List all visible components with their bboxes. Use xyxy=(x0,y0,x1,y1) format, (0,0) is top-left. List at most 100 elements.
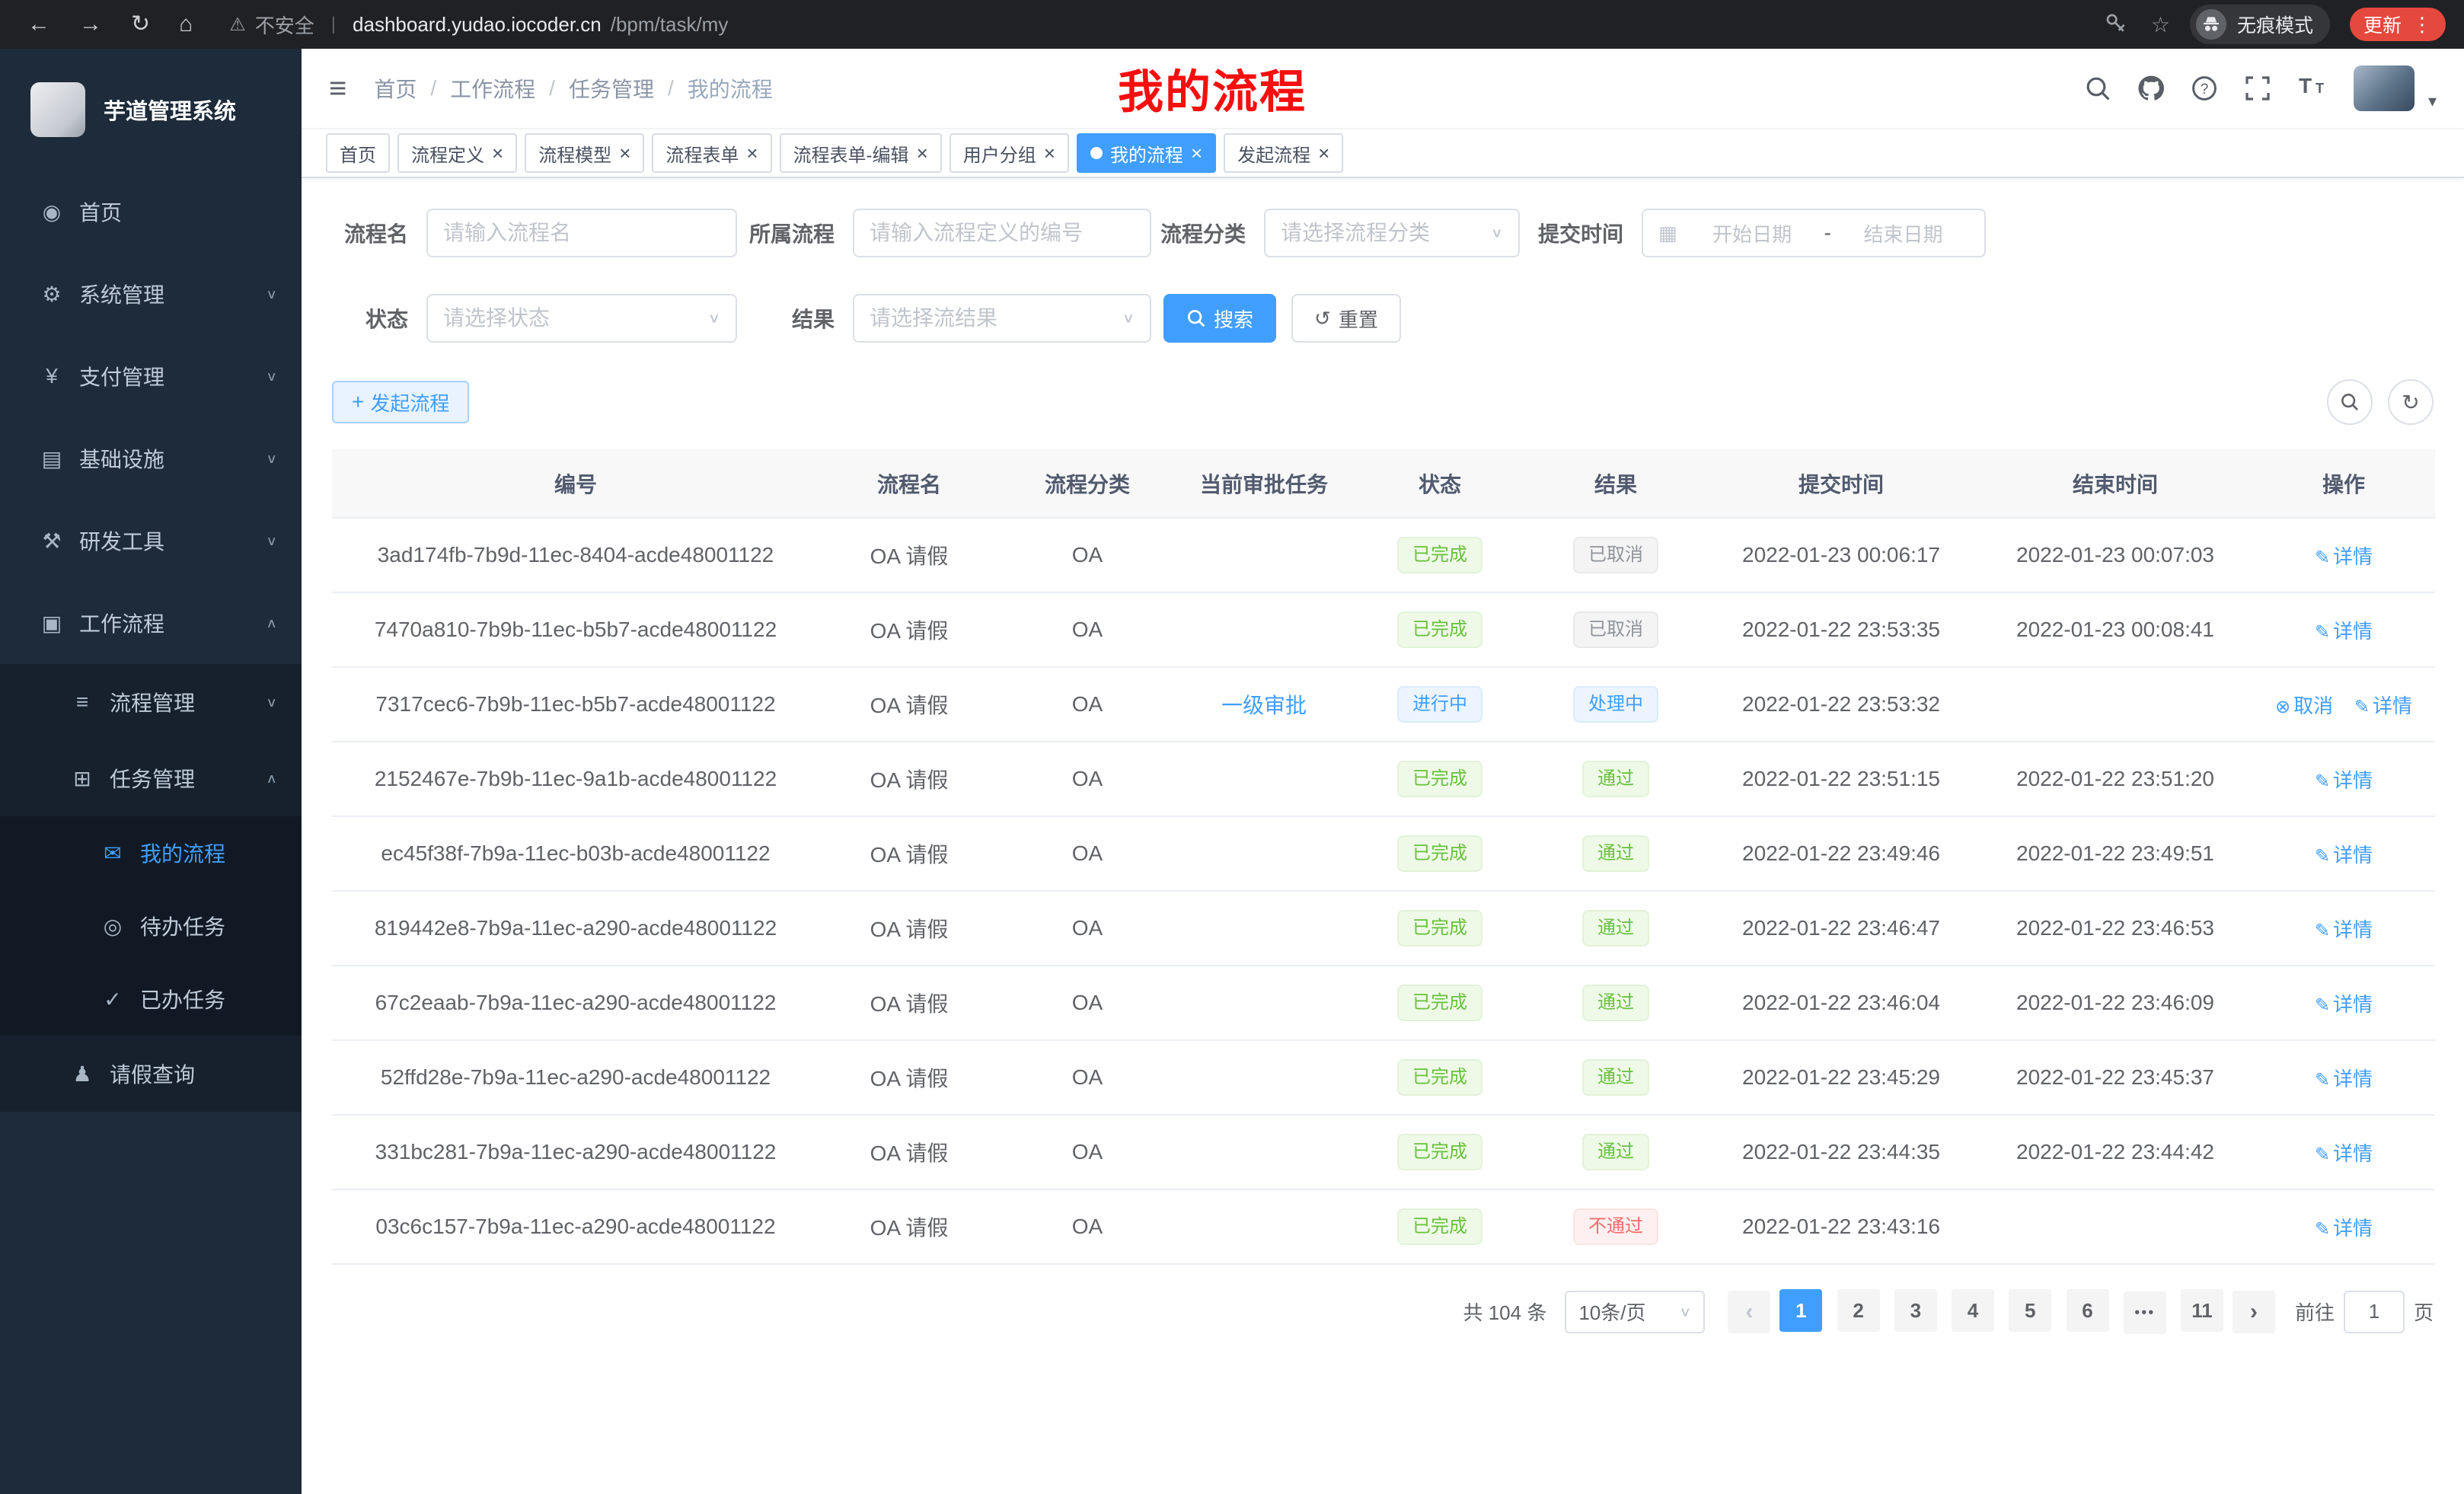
sidebar-item-home[interactable]: ◉ 首页 xyxy=(0,171,302,253)
close-icon[interactable]: × xyxy=(746,143,758,163)
sidebar-item-leave-query[interactable]: ♟ 请假查询 xyxy=(0,1036,302,1112)
detail-link[interactable]: ✎详情 xyxy=(2354,694,2412,717)
tab-my-process[interactable]: 我的流程 × xyxy=(1077,133,1216,173)
refresh-table-button[interactable]: ↻ xyxy=(2388,379,2434,425)
tab-process-definition[interactable]: 流程定义 × xyxy=(397,133,517,173)
app-logo[interactable]: 芋道管理系统 xyxy=(0,49,302,171)
result-select[interactable]: ∨ xyxy=(853,294,1151,343)
page-button[interactable]: 3 xyxy=(1894,1289,1937,1332)
fullscreen-icon[interactable] xyxy=(2244,75,2271,102)
breadcrumb-item[interactable]: 任务管理 xyxy=(569,73,654,104)
detail-link[interactable]: ✎详情 xyxy=(2315,1142,2373,1165)
sidebar-item-payment-mgmt[interactable]: ¥ 支付管理 ∨ xyxy=(0,335,302,417)
sidebar-item-todo-tasks[interactable]: ◎ 待办任务 xyxy=(0,889,302,962)
tab-start-process[interactable]: 发起流程 × xyxy=(1224,133,1343,173)
reset-button[interactable]: ↺ 重置 xyxy=(1291,294,1401,343)
sidebar-item-dev-tools[interactable]: ⚒ 研发工具 ∨ xyxy=(0,500,302,582)
sidebar-item-task-mgmt[interactable]: ⊞ 任务管理 ∧ xyxy=(0,740,302,816)
update-button[interactable]: 更新 ⋮ xyxy=(2350,8,2446,41)
breadcrumb-item[interactable]: 首页 xyxy=(374,73,417,104)
search-button[interactable]: 搜索 xyxy=(1163,294,1276,343)
detail-link[interactable]: ✎详情 xyxy=(2315,918,2373,941)
process-def-input[interactable] xyxy=(870,221,1135,245)
page-button[interactable]: 2 xyxy=(1837,1289,1880,1332)
page-button[interactable]: 5 xyxy=(2009,1289,2051,1332)
back-icon[interactable]: ← xyxy=(27,13,50,36)
address-bar[interactable]: ⚠ 不安全 | dashboard.yudao.iocoder.cn/bpm/t… xyxy=(229,11,2086,39)
tab-home[interactable]: 首页 × xyxy=(326,133,390,173)
chevron-down-icon: ∨ xyxy=(1122,311,1135,327)
process-name-input[interactable] xyxy=(443,221,720,245)
close-icon[interactable]: × xyxy=(917,143,928,163)
page-button[interactable]: 6 xyxy=(2067,1289,2109,1332)
process-id-cell: 819442e8-7b9a-11ec-a290-acde48001122 xyxy=(332,891,819,966)
sidebar: 芋道管理系统 ◉ 首页 ⚙ 系统管理 ∨ xyxy=(0,49,302,1494)
close-icon[interactable]: × xyxy=(1044,143,1055,163)
detail-link[interactable]: ✎详情 xyxy=(2315,844,2373,867)
category-select-input[interactable] xyxy=(1281,221,1491,245)
detail-link[interactable]: ✎详情 xyxy=(2315,993,2373,1016)
tab-user-group[interactable]: 用户分组 × xyxy=(950,133,1069,173)
sidebar-item-process-mgmt[interactable]: ≡ 流程管理 ∨ xyxy=(0,664,302,740)
close-icon[interactable]: × xyxy=(1191,143,1202,163)
next-page-button[interactable]: › xyxy=(2233,1291,2275,1333)
show-search-button[interactable] xyxy=(2327,379,2373,425)
forward-icon[interactable]: → xyxy=(79,13,102,36)
status-select[interactable]: ∨ xyxy=(426,294,737,343)
table-row: 7317cec6-7b9b-11ec-b5b7-acde48001122 OA … xyxy=(332,667,2435,742)
prev-page-button[interactable]: ‹ xyxy=(1728,1291,1770,1333)
end-date-placeholder[interactable]: 结束日期 xyxy=(1837,219,1969,247)
sidebar-item-my-process[interactable]: ✉ 我的流程 xyxy=(0,816,302,889)
bookmark-star-icon[interactable]: ☆ xyxy=(2151,12,2170,37)
status-select-input[interactable] xyxy=(443,306,708,330)
home-icon[interactable]: ⌂ xyxy=(179,13,193,36)
page-button[interactable]: 11 xyxy=(2181,1289,2223,1332)
cancel-link[interactable]: ⊗取消 xyxy=(2275,694,2333,717)
close-icon[interactable]: × xyxy=(492,143,503,163)
menu-kebab-icon[interactable]: ⋮ xyxy=(2412,13,2432,37)
chevron-down-icon[interactable]: ▾ xyxy=(2428,91,2437,111)
hamburger-icon[interactable]: ≡ xyxy=(329,72,346,106)
key-icon[interactable] xyxy=(2104,11,2131,38)
breadcrumb-item[interactable]: 工作流程 xyxy=(450,73,535,104)
breadcrumb-item[interactable]: 我的流程 xyxy=(688,73,773,104)
help-icon[interactable]: ? xyxy=(2191,75,2218,102)
result-select-input[interactable] xyxy=(870,306,1122,330)
close-icon[interactable]: × xyxy=(1318,143,1329,163)
detail-link[interactable]: ✎详情 xyxy=(2315,1217,2373,1240)
github-icon[interactable] xyxy=(2137,75,2165,102)
page-size-select[interactable]: 10条/页 ∨ xyxy=(1565,1291,1705,1333)
sidebar-item-system-mgmt[interactable]: ⚙ 系统管理 ∨ xyxy=(0,253,302,335)
page-button[interactable]: ••• xyxy=(2124,1291,2166,1334)
sidebar-item-workflow[interactable]: ▣ 工作流程 ∧ xyxy=(0,582,302,664)
sidebar-item-infrastructure[interactable]: ▤ 基础设施 ∨ xyxy=(0,417,302,500)
detail-link[interactable]: ✎详情 xyxy=(2315,769,2373,792)
detail-link[interactable]: ✎详情 xyxy=(2315,545,2373,568)
start-date-placeholder[interactable]: 开始日期 xyxy=(1687,219,1818,247)
sidebar-item-done-tasks[interactable]: ✓ 已办任务 xyxy=(0,962,302,1036)
category-select[interactable]: ∨ xyxy=(1264,209,1520,257)
close-icon[interactable]: × xyxy=(619,143,630,163)
start-process-label: 发起流程 xyxy=(370,388,449,417)
gear-icon: ⚙ xyxy=(34,282,70,307)
reload-icon[interactable]: ↻ xyxy=(131,13,150,36)
app-title: 芋道管理系统 xyxy=(104,94,236,126)
detail-link[interactable]: ✎详情 xyxy=(2315,620,2373,643)
page-button[interactable]: 1 xyxy=(1779,1289,1822,1332)
avatar[interactable] xyxy=(2354,65,2415,111)
current-task-link[interactable]: 一级审批 xyxy=(1221,694,1307,717)
detail-link[interactable]: ✎详情 xyxy=(2315,1068,2373,1090)
submit-time-range[interactable]: ▦ 开始日期 - 结束日期 xyxy=(1642,209,1986,257)
font-size-icon[interactable]: TT xyxy=(2297,73,2328,104)
goto-page-input[interactable] xyxy=(2344,1291,2405,1333)
tab-process-model[interactable]: 流程模型 × xyxy=(525,133,644,173)
process-name-field[interactable] xyxy=(426,209,737,257)
incognito-badge[interactable]: 无痕模式 xyxy=(2190,5,2330,44)
tab-process-form[interactable]: 流程表单 × xyxy=(652,133,771,173)
search-icon[interactable] xyxy=(2084,75,2111,102)
process-def-field[interactable] xyxy=(853,209,1151,257)
start-process-button[interactable]: + 发起流程 xyxy=(332,381,469,423)
tab-process-form-edit[interactable]: 流程表单-编辑 × xyxy=(780,133,942,173)
table-toolbar: + 发起流程 ↻ xyxy=(332,379,2434,425)
page-button[interactable]: 4 xyxy=(1952,1289,1994,1332)
